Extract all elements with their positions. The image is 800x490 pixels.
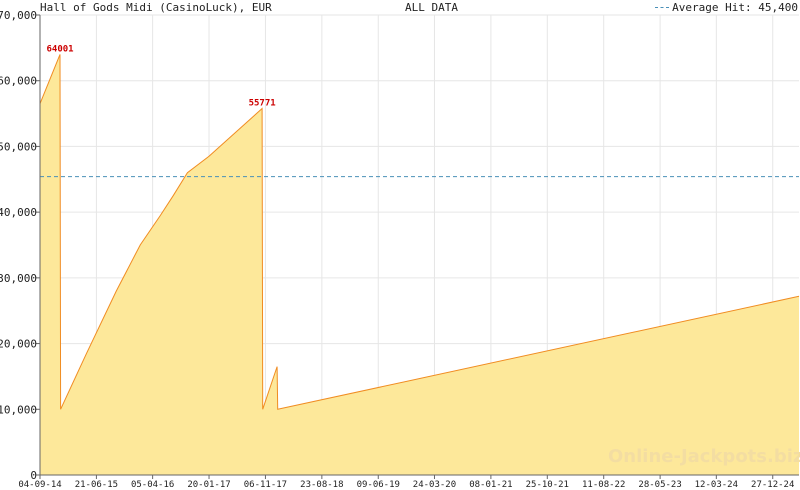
x-tick-label: 24-03-20 [413, 480, 456, 490]
x-tick-label: 20-01-17 [187, 480, 230, 490]
x-tick-label: 05-04-16 [131, 480, 174, 490]
chart-subtitle: ALL DATA [405, 1, 458, 14]
x-tick-label: 11-08-22 [582, 480, 625, 490]
chart-title: Hall of Gods Midi (CasinoLuck), EUR [40, 1, 272, 14]
y-tick-label: 60,000 [0, 75, 37, 88]
x-tick-label: 09-06-19 [357, 480, 400, 490]
y-tick-label: 50,000 [0, 140, 37, 153]
x-tick-label: 23-08-18 [300, 480, 343, 490]
x-tick-label: 21-06-15 [75, 480, 118, 490]
y-tick-label: 70,000 [0, 9, 37, 22]
peak-label: 64001 [46, 44, 73, 54]
x-tick-label: 12-03-24 [695, 480, 738, 490]
jackpot-chart: 010,00020,00030,00040,00050,00060,00070,… [0, 9, 800, 490]
legend-label: Average Hit: 45,400 [672, 1, 798, 14]
x-tick-label: 08-01-21 [469, 480, 512, 490]
legend-dash-icon [655, 7, 670, 8]
peak-label: 55771 [249, 99, 276, 109]
x-tick-label: 27-12-24 [751, 480, 794, 490]
watermark: Online-Jackpots.biz [608, 446, 800, 467]
y-tick-label: 40,000 [0, 206, 37, 219]
x-tick-label: 06-11-17 [244, 480, 287, 490]
series-area [40, 54, 799, 476]
x-tick-label: 04-09-14 [18, 480, 61, 490]
y-tick-label: 30,000 [0, 272, 37, 285]
y-tick-label: 20,000 [0, 338, 37, 351]
legend: Average Hit: 45,400 [655, 1, 798, 14]
x-tick-label: 25-10-21 [526, 480, 569, 490]
x-tick-label: 28-05-23 [638, 480, 681, 490]
y-tick-label: 10,000 [0, 403, 37, 416]
